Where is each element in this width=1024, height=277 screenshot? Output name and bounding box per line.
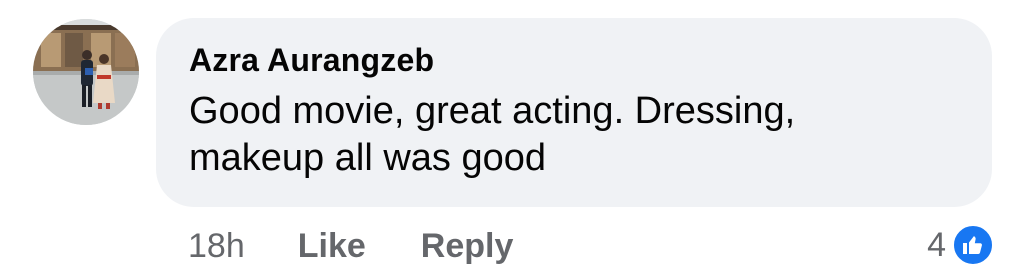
timestamp[interactable]: 18h [188,227,245,266]
reaction-summary[interactable]: 4 [927,223,994,267]
reaction-count: 4 [927,225,946,264]
comment-bubble: Azra Aurangzeb Good movie, great acting.… [156,18,992,207]
comment-text: Good movie, great acting. Dressing, make… [189,90,796,179]
thumbs-up-icon [963,236,982,254]
avatar[interactable] [33,19,139,125]
like-reaction-icon [952,224,994,266]
comment: Azra Aurangzeb Good movie, great acting.… [0,0,1024,277]
profile-photo-icon [33,19,139,125]
reply-button[interactable]: Reply [421,227,514,266]
author-name[interactable]: Azra Aurangzeb [189,40,962,80]
comment-actions: 18h Like Reply [188,224,513,268]
like-button[interactable]: Like [298,227,366,266]
